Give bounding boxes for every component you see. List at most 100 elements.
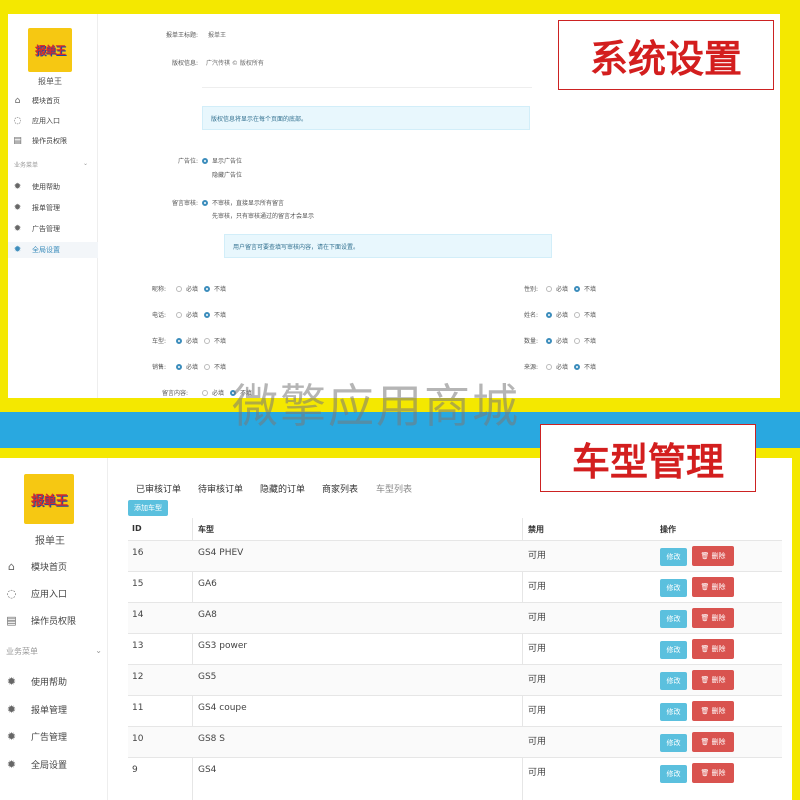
chevron-down-icon: ⌄ bbox=[82, 160, 88, 167]
radio-icon bbox=[176, 311, 182, 318]
radio-selected-icon bbox=[574, 285, 580, 292]
trash-icon: 🗑 bbox=[700, 645, 710, 653]
delete-button[interactable]: 🗑 删除 bbox=[692, 701, 734, 721]
car-models-title-stamp: 车型管理 bbox=[540, 424, 756, 492]
add-car-model-button[interactable]: 添加车型 bbox=[128, 500, 168, 516]
cell-status: 可用 bbox=[528, 613, 547, 623]
option-label: 不填 bbox=[584, 286, 597, 293]
phone-optional-radio[interactable]: 不填 bbox=[204, 310, 226, 319]
edit-button[interactable]: 修改 bbox=[660, 734, 687, 752]
nickname-optional-radio[interactable]: 不填 bbox=[204, 284, 226, 293]
ad-hide-label: 隐藏广告位 bbox=[212, 172, 243, 179]
copyright-textarea-border[interactable] bbox=[202, 54, 532, 88]
cell-model: GS5 bbox=[198, 672, 217, 682]
review-first-radio[interactable]: 先审核，只有审核通过的留言才会显示 bbox=[202, 211, 314, 220]
gender-optional-radio[interactable]: 不填 bbox=[574, 284, 596, 293]
menu-group-header[interactable]: 业务菜单 ⌄ bbox=[6, 646, 102, 657]
ad-hide-radio[interactable]: 隐藏广告位 bbox=[202, 170, 242, 179]
sidebar-item-operator-permissions[interactable]: ▤ 操作员权限 bbox=[0, 612, 108, 628]
message-required-radio[interactable]: 必填 bbox=[202, 388, 224, 397]
radio-selected-icon bbox=[546, 311, 552, 318]
logo: 报单王 bbox=[24, 474, 74, 524]
sidebar-item-order-management[interactable]: ✹ 报单管理 bbox=[8, 201, 98, 215]
gear-icon: ✹ bbox=[13, 223, 22, 234]
radio-icon bbox=[204, 363, 210, 370]
edit-button[interactable]: 修改 bbox=[660, 703, 687, 721]
document-icon: ▤ bbox=[6, 613, 17, 627]
name-required-radio[interactable]: 必填 bbox=[546, 310, 568, 319]
column-header-status: 禁用 bbox=[528, 525, 544, 534]
logo: 报单王 bbox=[28, 28, 72, 72]
gear-icon: ✹ bbox=[6, 674, 17, 688]
edit-button[interactable]: 修改 bbox=[660, 548, 687, 566]
sidebar-item-label: 使用帮助 bbox=[32, 183, 60, 191]
review-none-radio[interactable]: 不审核，直接显示所有留言 bbox=[202, 198, 284, 207]
radio-icon bbox=[574, 311, 580, 318]
radio-selected-icon bbox=[176, 363, 182, 370]
option-label: 必填 bbox=[556, 364, 569, 371]
trash-icon: 🗑 bbox=[700, 552, 710, 560]
source-required-radio[interactable]: 必填 bbox=[546, 362, 568, 371]
delete-button[interactable]: 🗑 删除 bbox=[692, 763, 734, 783]
radio-selected-icon bbox=[204, 311, 210, 318]
edit-button[interactable]: 修改 bbox=[660, 672, 687, 690]
delete-button[interactable]: 🗑 删除 bbox=[692, 577, 734, 597]
source-optional-radio[interactable]: 不填 bbox=[574, 362, 596, 371]
sidebar-item-home[interactable]: ⌂ 模块首页 bbox=[8, 94, 98, 108]
home-icon: ⌂ bbox=[8, 559, 15, 573]
delete-button[interactable]: 🗑 删除 bbox=[692, 608, 734, 628]
car-model-label: 车型: bbox=[151, 338, 166, 345]
nickname-required-radio[interactable]: 必填 bbox=[176, 284, 198, 293]
ad-show-radio[interactable]: 显示广告位 bbox=[202, 156, 242, 165]
quantity-required-radio[interactable]: 必填 bbox=[546, 336, 568, 345]
trash-icon: 🗑 bbox=[700, 707, 710, 715]
delete-button[interactable]: 🗑 删除 bbox=[692, 670, 734, 690]
sidebar-item-ad-management[interactable]: ✹ 广告管理 bbox=[0, 728, 108, 744]
sidebar-item-app-entry[interactable]: ◌ 应用入口 bbox=[8, 114, 98, 128]
sidebar-item-app-entry[interactable]: ◌ 应用入口 bbox=[0, 585, 108, 601]
table-row: 12 GS5 可用 修改 🗑 删除 bbox=[128, 664, 782, 695]
sidebar-item-help[interactable]: ✹ 使用帮助 bbox=[8, 180, 98, 194]
cell-id: 14 bbox=[132, 610, 144, 620]
radio-selected-icon bbox=[204, 285, 210, 292]
name-optional-radio[interactable]: 不填 bbox=[574, 310, 596, 319]
tab-approved-orders[interactable]: 已审核订单 bbox=[136, 482, 181, 495]
phone-required-radio[interactable]: 必填 bbox=[176, 310, 198, 319]
option-label: 必填 bbox=[556, 312, 569, 319]
home-icon: ⌂ bbox=[14, 95, 21, 106]
sales-optional-radio[interactable]: 不填 bbox=[204, 362, 226, 371]
radio-selected-icon bbox=[202, 157, 208, 164]
sales-required-radio[interactable]: 必填 bbox=[176, 362, 198, 371]
delete-button[interactable]: 🗑 删除 bbox=[692, 546, 734, 566]
tab-merchant-list[interactable]: 商家列表 bbox=[322, 482, 358, 495]
sidebar-item-home[interactable]: ⌂ 模块首页 bbox=[0, 558, 108, 574]
sidebar-item-global-settings[interactable]: ✹ 全局设置 bbox=[0, 756, 108, 772]
tab-pending-orders[interactable]: 待审核订单 bbox=[198, 482, 243, 495]
sidebar-item-help[interactable]: ✹ 使用帮助 bbox=[0, 673, 108, 689]
title-input[interactable]: 报单王 bbox=[208, 30, 226, 39]
sidebar-item-global-settings[interactable]: ✹ 全局设置 bbox=[8, 242, 98, 258]
delete-button[interactable]: 🗑 删除 bbox=[692, 732, 734, 752]
sidebar-item-ad-management[interactable]: ✹ 广告管理 bbox=[8, 222, 98, 236]
sidebar-item-order-management[interactable]: ✹ 报单管理 bbox=[0, 701, 108, 717]
car-model-optional-radio[interactable]: 不填 bbox=[204, 336, 226, 345]
cell-model: GA8 bbox=[198, 610, 217, 620]
edit-button[interactable]: 修改 bbox=[660, 610, 687, 628]
cell-model: GS4 PHEV bbox=[198, 548, 244, 558]
sidebar-item-label: 应用入口 bbox=[31, 589, 68, 600]
car-model-required-radio[interactable]: 必填 bbox=[176, 336, 198, 345]
gender-required-radio[interactable]: 必填 bbox=[546, 284, 568, 293]
tab-hidden-orders[interactable]: 隐藏的订单 bbox=[260, 482, 305, 495]
edit-button[interactable]: 修改 bbox=[660, 765, 687, 783]
delete-label: 删除 bbox=[711, 552, 726, 560]
delete-label: 删除 bbox=[711, 707, 726, 715]
quantity-optional-radio[interactable]: 不填 bbox=[574, 336, 596, 345]
radio-selected-icon bbox=[202, 199, 208, 206]
cell-status: 可用 bbox=[528, 551, 547, 561]
delete-button[interactable]: 🗑 删除 bbox=[692, 639, 734, 659]
tab-car-model-list[interactable]: 车型列表 bbox=[376, 482, 412, 495]
edit-button[interactable]: 修改 bbox=[660, 641, 687, 659]
menu-group-header[interactable]: 业务菜单 ⌄ bbox=[14, 160, 88, 169]
sidebar-item-operator-permissions[interactable]: ▤ 操作员权限 bbox=[8, 134, 98, 148]
edit-button[interactable]: 修改 bbox=[660, 579, 687, 597]
